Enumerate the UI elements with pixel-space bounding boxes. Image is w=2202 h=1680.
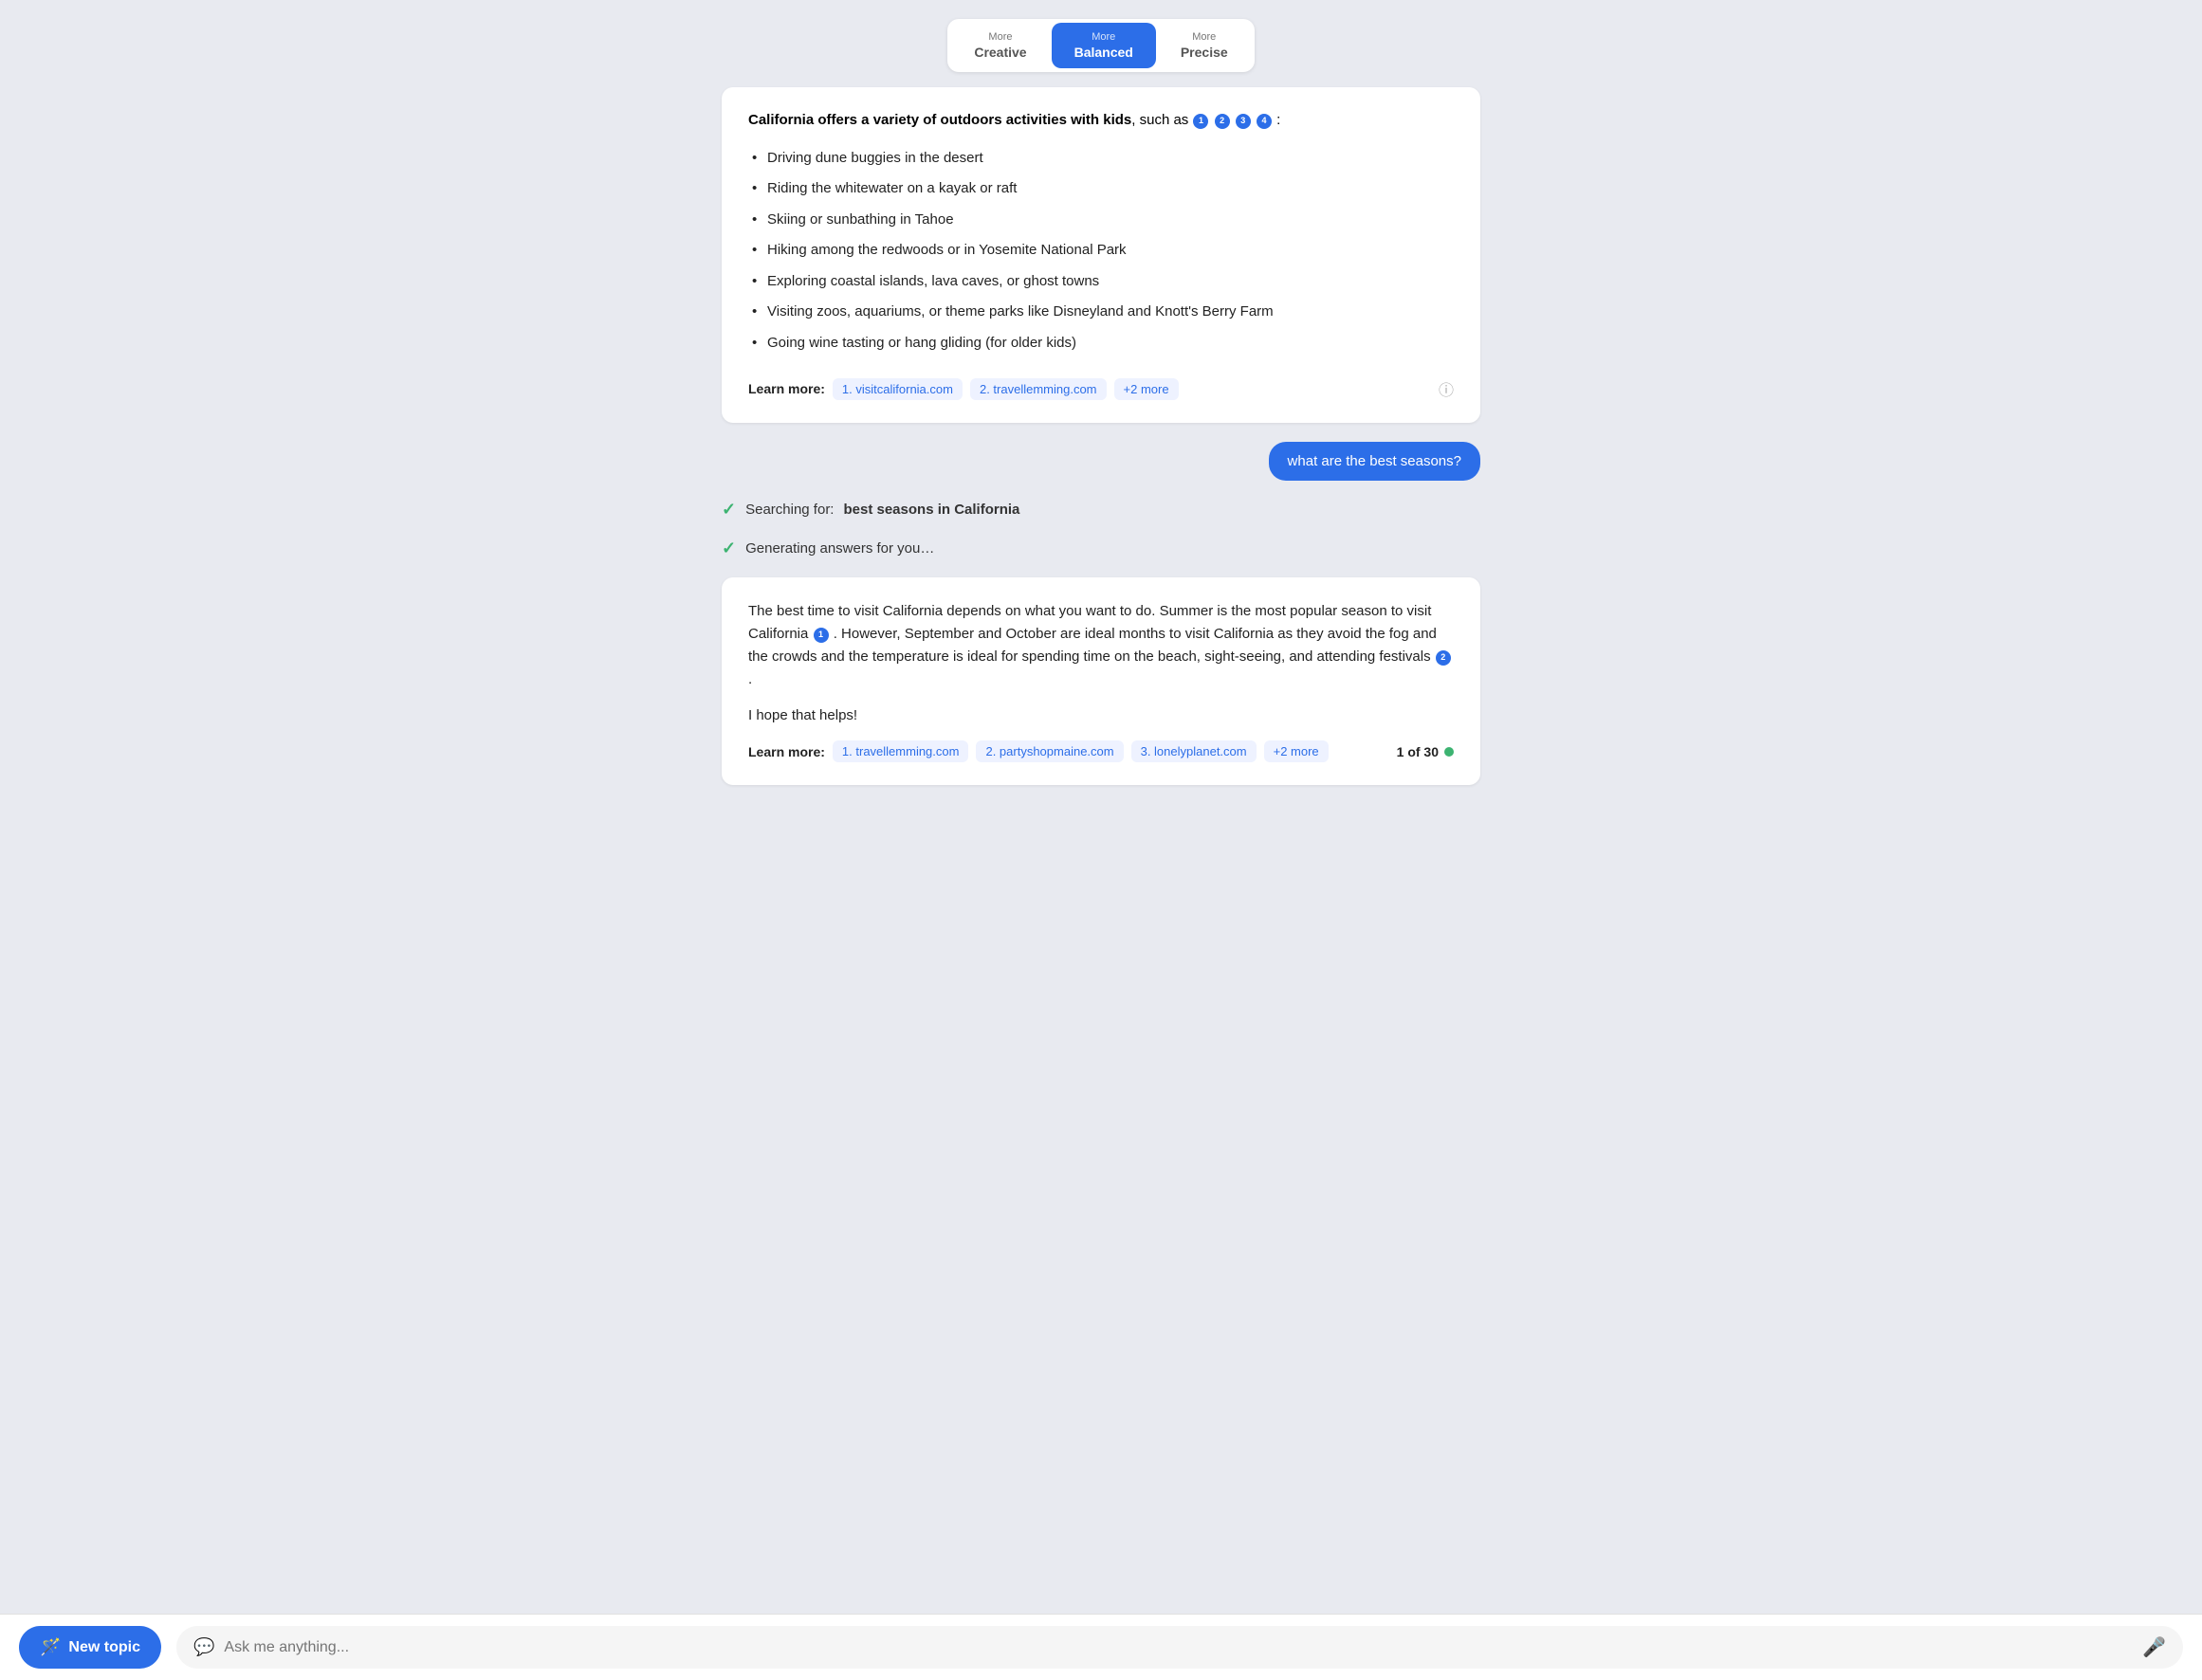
ref-badge-c2-1: 1 — [814, 628, 829, 643]
ref-badge-1: 1 — [1193, 114, 1208, 129]
check-icon-2: ✓ — [722, 539, 736, 558]
ask-input-wrapper: 💬 🎤 — [176, 1626, 2183, 1669]
link-more-2[interactable]: +2 more — [1264, 740, 1329, 762]
list-item: Visiting zoos, aquariums, or theme parks… — [748, 297, 1454, 328]
card1-intro-suffix: , such as — [1131, 112, 1188, 128]
list-item: Going wine tasting or hang gliding (for … — [748, 328, 1454, 359]
status-searching-prefix: Searching for: — [745, 502, 834, 518]
link-visitcalifornia[interactable]: 1. visitcalifornia.com — [833, 378, 963, 400]
link-travellemming[interactable]: 2. travellemming.com — [970, 378, 1107, 400]
link-partyshopmaine[interactable]: 2. partyshopmaine.com — [976, 740, 1123, 762]
mode-creative-button[interactable]: More Creative — [951, 23, 1049, 68]
list-item: Driving dune buggies in the desert — [748, 143, 1454, 174]
assistant-response-1: California offers a variety of outdoors … — [722, 87, 1480, 423]
new-topic-button[interactable]: 🪄 New topic — [19, 1626, 161, 1669]
learn-more-label-2: Learn more: — [748, 744, 825, 759]
ref-badge-2: 2 — [1215, 114, 1230, 129]
link-more-1[interactable]: +2 more — [1114, 378, 1179, 400]
list-item: Hiking among the redwoods or in Yosemite… — [748, 235, 1454, 266]
assistant-response-2: The best time to visit California depend… — [722, 577, 1480, 785]
learn-more-label-1: Learn more: — [748, 381, 825, 396]
ask-input[interactable] — [224, 1639, 2133, 1656]
page-count-text: 1 of 30 — [1397, 744, 1439, 759]
card1-intro-bold: California offers a variety of outdoors … — [748, 112, 1131, 128]
link-lonelyplanet[interactable]: 3. lonelyplanet.com — [1131, 740, 1257, 762]
learn-more-1: Learn more: 1. visitcalifornia.com 2. tr… — [748, 377, 1454, 400]
chat-bubble-icon: 💬 — [193, 1637, 214, 1657]
mode-balanced-button[interactable]: More Balanced — [1052, 23, 1156, 68]
card2-paragraph-2: I hope that helps! — [748, 704, 1454, 727]
new-topic-label: New topic — [68, 1639, 140, 1656]
broom-icon: 🪄 — [40, 1637, 61, 1657]
mode-precise-button[interactable]: More Precise — [1158, 23, 1251, 68]
ref-badge-3: 3 — [1236, 114, 1251, 129]
ref-badge-c2-2: 2 — [1436, 650, 1451, 666]
list-item: Riding the whitewater on a kayak or raft — [748, 173, 1454, 205]
mic-icon[interactable]: 🎤 — [2142, 1635, 2166, 1659]
link-travellemming-2[interactable]: 1. travellemming.com — [833, 740, 969, 762]
status-searching-bold: best seasons in California — [843, 502, 1019, 518]
activity-list: Driving dune buggies in the desert Ridin… — [748, 143, 1454, 359]
learn-more-2: Learn more: 1. travellemming.com 2. part… — [748, 740, 1454, 762]
ref-badge-4: 4 — [1257, 114, 1272, 129]
user-bubble-text: what are the best seasons? — [1269, 442, 1480, 481]
chat-area: California offers a variety of outdoors … — [712, 87, 1490, 785]
info-icon-1[interactable]: ⓘ — [1439, 377, 1454, 400]
status-line-1: ✓ Searching for: best seasons in Califor… — [722, 500, 1480, 520]
mode-selector: More Creative More Balanced More Precise — [947, 19, 1254, 72]
card2-paragraph-1: The best time to visit California depend… — [748, 600, 1454, 691]
list-item: Exploring coastal islands, lava caves, o… — [748, 266, 1454, 298]
green-dot — [1444, 747, 1454, 757]
user-message: what are the best seasons? — [722, 442, 1480, 481]
list-item: Skiing or sunbathing in Tahoe — [748, 205, 1454, 236]
status-line-2: ✓ Generating answers for you… — [722, 539, 1480, 558]
bottom-bar: 🪄 New topic 💬 🎤 — [0, 1614, 2202, 1680]
check-icon-1: ✓ — [722, 500, 736, 520]
page-count: 1 of 30 — [1397, 744, 1454, 759]
status-generating: Generating answers for you… — [745, 540, 934, 557]
